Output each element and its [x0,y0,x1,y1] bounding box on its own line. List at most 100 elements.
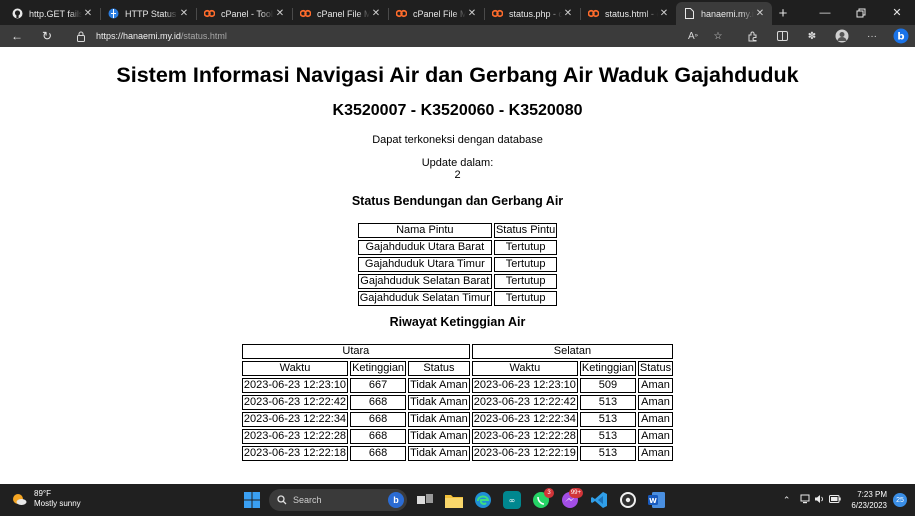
lock-icon[interactable] [76,31,90,42]
close-tab-icon[interactable]: ✕ [466,8,478,19]
table-row: 2023-06-23 12:22:34 668 Tidak Aman 2023-06-… [241,412,674,427]
volume-icon[interactable] [814,494,825,506]
system-tray: ⌃ 7:23 PM 6/23/2023 25 [783,488,907,512]
copilot-icon[interactable]: b [887,25,915,47]
table-cell: Tertutup [493,240,558,255]
tab-list: http.GET fails✕HTTP Status C✕cPanel - To… [0,0,772,25]
close-tab-icon[interactable]: ✕ [274,8,286,19]
word-icon[interactable]: W [645,488,669,512]
page-icon [684,8,695,19]
read-aloud-icon[interactable]: A» [681,25,705,47]
restore-icon[interactable] [843,0,879,25]
favorites-icon[interactable]: ✽ [797,25,827,47]
screen: http.GET fails✕HTTP Status C✕cPanel - To… [0,0,915,516]
browser-tab[interactable]: cPanel - Tools ✕ [196,2,292,25]
search-icon [277,495,287,505]
chevron-up-icon[interactable]: ⌃ [783,495,791,506]
table-cell: Tidak Aman [408,378,470,393]
browser-tab[interactable]: status.php - c ✕ [484,2,580,25]
cpanel-icon [588,8,599,19]
update-value: 2 [454,169,461,181]
tab-title: hanaemi.my.id [701,8,754,19]
url-bar[interactable]: https://hanaemi.my.id/status.html [76,27,706,45]
notification-count[interactable]: 25 [893,493,907,507]
browser-tab[interactable]: cPanel File Ma✕ [292,2,388,25]
column-header: Status [408,361,470,376]
table-cell: Tertutup [493,274,558,289]
profile-avatar[interactable] [827,25,857,47]
clock[interactable]: 7:23 PM 6/23/2023 [851,489,887,511]
whatsapp-icon[interactable]: 3 [529,488,554,512]
gate-section-title: Status Bendungan dan Gerbang Air [351,194,564,208]
table-cell: 509 [579,378,636,393]
weather-temp: 89°F [34,489,51,498]
clock-time: 7:23 PM [857,490,887,499]
tab-title: cPanel File Ma [317,8,370,19]
browser-tab[interactable]: status.html - c ✕ [580,2,676,25]
refresh-icon[interactable]: ↻ [36,25,58,47]
new-tab-button[interactable]: + [772,2,794,25]
toolbar-actions: A» ☆ ✽ ··· b [681,25,915,47]
browser-tab[interactable]: cPanel File Ma✕ [388,2,484,25]
task-view-icon[interactable] [413,488,437,512]
arduino-icon[interactable]: ∞ [500,488,524,512]
table-cell: 668 [350,446,407,461]
table-cell: Tidak Aman [408,395,470,410]
battery-icon[interactable] [829,495,842,505]
table-cell: 513 [579,429,636,444]
table-cell: Gajahduduk Utara Timur [357,257,492,272]
close-tab-icon[interactable]: ✕ [82,8,94,19]
taskbar-search[interactable]: Search b [269,489,407,511]
table-cell: 668 [350,395,407,410]
column-header: Waktu [471,361,578,376]
page-content: Sistem Informasi Navigasi Air dan Gerban… [0,47,915,484]
table-cell: Gajahduduk Selatan Timur [357,291,492,306]
messenger-icon[interactable]: 99+ [558,488,583,512]
weather-desc: Mostly sunny [34,499,81,508]
history-table-wrap: Utara Selatan Waktu Ketinggian Status Waktu Ke… [0,342,915,463]
obs-icon[interactable] [616,488,640,512]
browser-tab[interactable]: HTTP Status C✕ [100,2,196,25]
close-tab-icon[interactable]: ✕ [178,8,190,19]
tab-title: status.html - c [605,8,658,19]
minimize-icon[interactable]: — [807,0,843,25]
taskbar: 89°F Mostly sunny Search b ∞ 3 99+ W ⌃ 7… [0,484,915,516]
back-icon[interactable]: ← [6,25,28,47]
cpanel-icon [492,8,503,19]
history-section-title: Riwayat Ketinggian Air [389,315,526,329]
edge-icon[interactable] [471,488,495,512]
favorite-star-icon[interactable]: ☆ [705,25,731,47]
column-header: Status Pintu [493,223,558,238]
start-icon[interactable] [240,488,264,512]
browser-tab[interactable]: hanaemi.my.id ✕ [676,2,772,25]
update-countdown: Update dalam: 2 [0,157,915,181]
network-icon[interactable] [800,494,810,506]
table-cell: 2023-06-23 12:22:42 [241,395,349,410]
tab-strip: http.GET fails✕HTTP Status C✕cPanel - To… [0,0,915,25]
extensions-icon[interactable] [737,25,767,47]
weather-widget[interactable]: 89°F Mostly sunny [10,489,81,509]
close-tab-icon[interactable]: ✕ [754,8,766,19]
column-header: Status [637,361,674,376]
table-cell: Aman [637,378,674,393]
cpanel-icon [204,8,215,19]
table-cell: 2023-06-23 12:22:34 [241,412,349,427]
cpanel-icon [396,8,407,19]
table-cell: Tertutup [493,257,558,272]
table-cell: 2023-06-23 12:22:28 [471,429,578,444]
vscode-icon[interactable] [587,488,611,512]
bing-icon: b [388,492,404,508]
browser-tab[interactable]: http.GET fails ✕ [4,2,100,25]
close-tab-icon[interactable]: ✕ [658,8,670,19]
close-tab-icon[interactable]: ✕ [562,8,574,19]
file-explorer-icon[interactable] [442,488,466,512]
more-options-icon[interactable]: ··· [857,25,887,47]
close-window-icon[interactable]: ✕ [879,0,915,25]
close-tab-icon[interactable]: ✕ [370,8,382,19]
tab-title: HTTP Status C [125,8,178,19]
github-icon [12,8,23,19]
table-cell: Aman [637,446,674,461]
group-header: Selatan [471,344,674,359]
split-screen-icon[interactable] [767,25,797,47]
table-row: Gajahduduk Utara Barat Tertutup [357,240,558,255]
